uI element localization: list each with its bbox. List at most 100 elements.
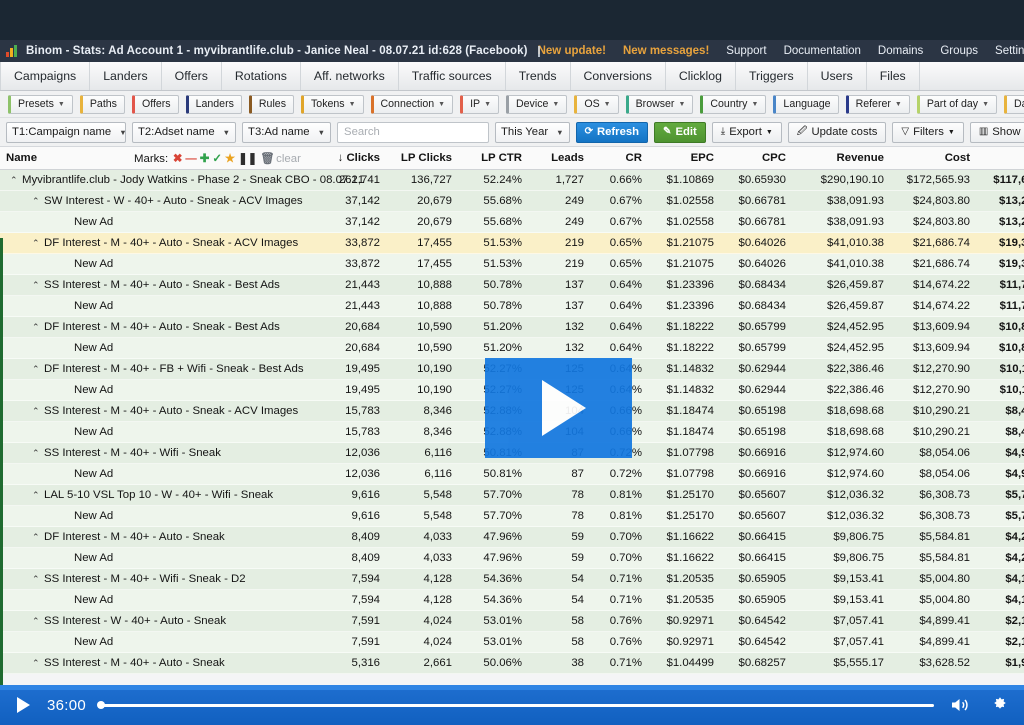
check-mark-icon[interactable]: ✓ [212,153,222,165]
table-row[interactable]: ⌃ Myvibrantlife.club - Jody Watkins - Pha… [0,169,1024,191]
filter-button-presets[interactable]: Presets ▼ [8,94,73,114]
table-row[interactable]: ⌃ SS Interest - M - 40+ - Auto - Sneak 5,3… [0,652,1024,674]
table-row[interactable]: New Ad 12,036 6,116 50.81% 87 0.72% $1.07798 $0… [0,463,1024,485]
period-select[interactable]: This Year ▼ [495,121,570,143]
table-row[interactable]: New Ad 20,684 10,590 51.20% 132 0.64% $1.18222… [0,337,1024,359]
row-name-cell[interactable]: ⌃ DF Interest - M - 40+ - Auto - Sneak - … [0,232,298,254]
trash-icon[interactable]: 🗑 [260,153,274,165]
filter-button-language[interactable]: Language [773,94,839,114]
nav-tab-files[interactable]: Files [867,62,920,90]
chevron-up-icon[interactable]: ⌃ [32,658,44,669]
t1-campaign-name-select[interactable]: T1:Campaign name ▼ [6,121,127,143]
row-name-cell[interactable]: New Ad [0,631,294,653]
table-row[interactable]: ⌃ DF Interest - M - 40+ - Auto - Sneak - … [0,316,1024,338]
row-name-cell[interactable]: New Ad [0,253,294,275]
update-costs-button[interactable]: 🖉 Update costs [787,121,887,143]
nav-tab-landers[interactable]: Landers [90,62,162,90]
edit-button[interactable]: ✎ Edit [654,121,706,143]
table-row[interactable]: ⌃ SS Interest - M - 40+ - Auto - Sneak - … [0,274,1024,296]
player-progress-bar[interactable] [97,701,934,709]
chevron-up-icon[interactable]: ⌃ [10,175,22,186]
row-name-cell[interactable]: ⌃ DF Interest - M - 40+ - Auto - Sneak [0,526,294,548]
col-cost[interactable]: Cost [890,147,976,170]
filter-button-device[interactable]: Device ▼ [506,94,568,114]
player-progress-handle[interactable] [97,701,106,709]
col-lp-clicks[interactable]: LP Clicks [386,147,458,170]
row-name-cell[interactable]: ⌃ SS Interest - M - 40+ - Auto - Sneak - … [0,274,294,296]
row-name-cell[interactable]: ⌃ Myvibrantlife.club - Jody Watkins - Pha… [0,169,364,191]
volume-icon[interactable] [950,696,972,714]
filter-button-offers[interactable]: Offers [131,94,179,114]
row-name-cell[interactable]: ⌃ SS Interest - M - 40+ - Wifi - Sneak [0,442,294,464]
row-name-cell[interactable]: ⌃ SS Interest - M - 40+ - Auto - Sneak - … [0,400,298,422]
table-row[interactable]: New Ad 7,591 4,024 53.01% 58 0.76% $0.92971 $0.… [0,631,1024,653]
link-settings[interactable]: Settings [995,45,1024,57]
row-name-cell[interactable]: New Ad [0,589,294,611]
link-domains[interactable]: Domains [878,45,923,57]
row-name-cell[interactable]: ⌃ SS Interest - W - 40+ - Auto - Sneak [0,610,294,632]
table-row[interactable]: ⌃ DF Interest - M - 40+ - Auto - Sneak 8,4… [0,526,1024,548]
chevron-up-icon[interactable]: ⌃ [32,322,44,333]
col-profit[interactable]: Profit [976,147,1024,170]
chevron-up-icon[interactable]: ⌃ [32,196,44,207]
table-row[interactable]: ⌃ SS Interest - W - 40+ - Auto - Sneak 7,5… [0,610,1024,632]
chevron-up-icon[interactable]: ⌃ [32,238,44,249]
filter-button-days[interactable]: Days [1004,94,1024,114]
filter-button-browser[interactable]: Browser ▼ [625,94,694,114]
table-row[interactable]: New Ad 7,594 4,128 54.36% 54 0.71% $1.20535 $0.… [0,589,1024,611]
chevron-up-icon[interactable]: ⌃ [32,406,44,417]
nav-tab-aff-networks[interactable]: Aff. networks [301,62,399,90]
link-documentation[interactable]: Documentation [784,45,861,57]
nav-tab-triggers[interactable]: Triggers [736,62,808,90]
chevron-up-icon[interactable]: ⌃ [32,364,44,375]
col-name[interactable]: Name [0,147,128,170]
t2-adset-name-select[interactable]: T2:Adset name ▼ [132,121,237,143]
video-play-overlay[interactable] [485,358,632,458]
clear-marks-link[interactable]: clear [276,153,301,165]
chevron-up-icon[interactable]: ⌃ [32,616,44,627]
chevron-up-icon[interactable]: ⌃ [32,490,44,501]
table-row[interactable]: ⌃ LAL 5-10 VSL Top 10 - W - 40+ - Wifi - … [0,484,1024,506]
table-row[interactable]: New Ad 8,409 4,033 47.96% 59 0.70% $1.16622 $0.… [0,547,1024,569]
filter-button-rules[interactable]: Rules [248,94,294,114]
row-name-cell[interactable]: ⌃ SS Interest - M - 40+ - Auto - Sneak [0,652,294,674]
col-clicks[interactable]: ↓ Clicks [294,147,386,170]
link-new-update[interactable]: New update! [538,45,606,57]
row-name-cell[interactable]: New Ad [0,295,294,317]
chevron-up-icon[interactable]: ⌃ [32,280,44,291]
chevron-up-icon[interactable]: ⌃ [32,532,44,543]
nav-tab-users[interactable]: Users [808,62,867,90]
row-name-cell[interactable]: New Ad [0,463,294,485]
row-name-cell[interactable]: New Ad [0,211,294,233]
filter-button-country[interactable]: Country ▼ [700,94,767,114]
table-row[interactable]: ⌃ SS Interest - M - 40+ - Wifi - Sneak - … [0,568,1024,590]
filter-button-paths[interactable]: Paths [79,94,125,114]
row-name-cell[interactable]: New Ad [0,505,294,527]
dash-mark-icon[interactable]: — [185,153,196,165]
filter-button-landers[interactable]: Landers [185,94,242,114]
play-icon[interactable] [17,697,30,713]
link-groups[interactable]: Groups [940,45,978,57]
row-name-cell[interactable]: New Ad [0,547,294,569]
nav-tab-offers[interactable]: Offers [162,62,222,90]
export-button[interactable]: ⤓ Export ▼ [711,121,782,143]
chevron-up-icon[interactable]: ⌃ [32,574,44,585]
row-name-cell[interactable]: New Ad [0,379,294,401]
table-row[interactable]: New Ad 37,142 20,679 55.68% 249 0.67% $1.02558… [0,211,1024,233]
table-row[interactable]: New Ad 33,872 17,455 51.53% 219 0.65% $1.21075… [0,253,1024,275]
row-name-cell[interactable]: ⌃ DF Interest - M - 40+ - Auto - Sneak - … [0,316,294,338]
filter-button-ip[interactable]: IP ▼ [460,94,500,114]
show-chart-button[interactable]: ▥ Show Chart [969,121,1024,143]
plus-mark-icon[interactable]: ✚ [200,153,210,165]
table-row[interactable]: New Ad 9,616 5,548 57.70% 78 0.81% $1.25170 $0.… [0,505,1024,527]
col-epc[interactable]: EPC [648,147,720,170]
t3-ad-name-select[interactable]: T3:Ad name ▼ [242,121,332,143]
table-row[interactable]: ⌃ SW Interest - W - 40+ - Auto - Sneak - … [0,190,1024,212]
row-name-cell[interactable]: ⌃ DF Interest - M - 40+ - FB + Wifi - Sne… [0,358,304,380]
row-name-cell[interactable]: New Ad [0,337,294,359]
filter-button-os[interactable]: OS ▼ [574,94,619,114]
row-name-cell[interactable]: ⌃ SW Interest - W - 40+ - Auto - Sneak - … [0,190,303,212]
nav-tab-trends[interactable]: Trends [506,62,571,90]
search-input[interactable]: Search [337,121,490,143]
filter-button-referer[interactable]: Referer ▼ [845,94,910,114]
